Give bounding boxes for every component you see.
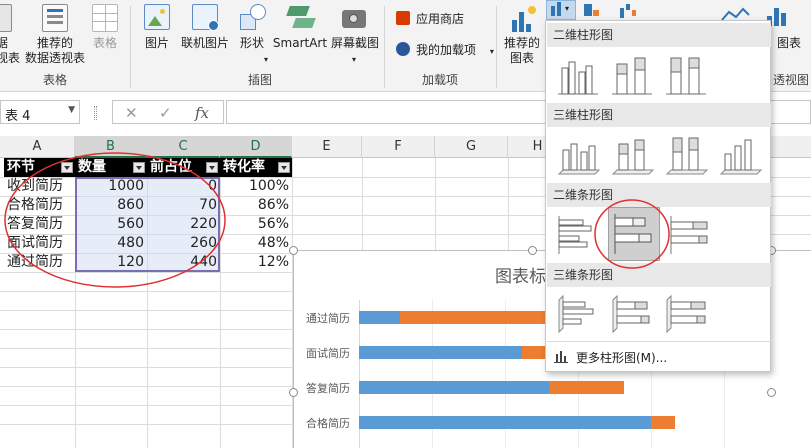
more-column-charts-link[interactable]: 更多柱形图(M)... — [554, 349, 667, 366]
enter-icon[interactable]: ✓ — [159, 104, 172, 122]
table-label: 表格 — [92, 36, 117, 50]
recommended-pivot-label: 推荐的 数据透视表 — [24, 36, 85, 65]
store-button[interactable]: 应用商店 — [396, 10, 464, 27]
resize-handle[interactable] — [528, 246, 537, 255]
waterfall-chart-button[interactable] — [618, 2, 648, 20]
clustered-column-icon[interactable] — [554, 51, 600, 97]
axis-tick-label: 通过简历 — [306, 312, 350, 325]
3d-clustered-bar-icon[interactable] — [554, 291, 600, 337]
column-header[interactable]: G — [435, 136, 508, 158]
axis-tick-label: 面试简历 — [306, 347, 350, 360]
shapes-label: 形状 — [239, 36, 264, 50]
annotation-ellipse — [4, 152, 226, 288]
bar-series-2[interactable] — [549, 381, 625, 394]
hierarchy-chart-button[interactable] — [582, 2, 612, 20]
addins-icon — [396, 42, 410, 56]
chevron-down-icon[interactable]: ▼ — [68, 105, 75, 115]
store-icon — [396, 11, 410, 25]
bar-series-2[interactable] — [399, 311, 550, 324]
axis-tick-label: 合格简历 — [306, 417, 350, 430]
formula-bar-grip[interactable] — [94, 106, 97, 120]
group-label-illustrations: 插图 — [247, 73, 272, 87]
chart-type-gallery: 二维柱形图 三维柱形图 二维条形图 三维条形图 更多柱形图(M)... — [545, 20, 771, 372]
column-chart-icon — [554, 351, 568, 363]
3d-stacked-column-icon[interactable] — [608, 131, 655, 177]
bar-series-1[interactable] — [359, 416, 652, 429]
screenshot-label: 屏幕截图 — [330, 36, 379, 50]
resize-handle[interactable] — [289, 246, 298, 255]
chevron-down-icon: ▾ — [352, 55, 357, 64]
name-box-value: 表 4 — [5, 109, 31, 124]
ribbon-separator — [130, 6, 131, 88]
recommended-pivot-icon — [42, 4, 68, 32]
smartart-icon — [286, 6, 316, 30]
table-icon — [92, 4, 118, 32]
smartart-label: SmartArt — [272, 36, 328, 50]
my-addins-button[interactable]: 我的加载项 ▾ — [396, 41, 494, 58]
online-picture-label: 联机图片 — [180, 36, 229, 50]
formula-buttons: ✕ ✓ fx — [112, 100, 224, 124]
picture-icon — [144, 4, 170, 30]
column-header[interactable]: E — [292, 136, 362, 158]
3d-stacked-bar-icon[interactable] — [608, 291, 654, 337]
annotation-circle — [594, 199, 670, 269]
insert-function-icon[interactable]: fx — [195, 104, 209, 122]
recommended-charts-icon — [510, 6, 536, 32]
pivot-table-icon — [0, 4, 12, 32]
percent-stacked-column-icon[interactable] — [662, 51, 708, 97]
gallery-divider — [547, 341, 771, 342]
bar-series-2[interactable] — [651, 416, 676, 429]
my-addins-label: 我的加载项 — [416, 43, 477, 57]
3d-column-icon[interactable] — [716, 131, 763, 177]
chart-title[interactable]: 图表标 — [495, 262, 546, 287]
filter-dropdown-icon[interactable] — [278, 162, 290, 173]
group-label-tables: 表格 — [42, 73, 67, 87]
recommended-charts-label: 推荐的 图表 — [503, 36, 540, 65]
online-picture-icon — [192, 4, 219, 31]
shapes-icon — [240, 4, 266, 30]
more-column-charts-label: 更多柱形图(M)... — [576, 351, 668, 365]
3d-percent-stacked-column-icon[interactable] — [662, 131, 709, 177]
pivot-table-label: 据 视表 — [0, 36, 21, 65]
cancel-icon[interactable]: ✕ — [125, 104, 138, 122]
bar-series-1[interactable] — [359, 381, 550, 394]
percent-stacked-bar-icon[interactable] — [666, 211, 712, 257]
gallery-section-header: 二维柱形图 — [547, 23, 771, 47]
gallery-section-header: 三维柱形图 — [547, 103, 771, 127]
chevron-down-icon: ▾ — [489, 47, 494, 56]
chevron-down-icon: ▾ — [565, 4, 570, 13]
group-label-pivotchart: 透视图 — [772, 73, 809, 87]
axis-tick-label: 答复简历 — [306, 382, 350, 395]
charts-partial-label: 图表 — [776, 36, 801, 50]
3d-percent-stacked-bar-icon[interactable] — [662, 291, 708, 337]
name-box[interactable]: 表 4 ▼ — [0, 100, 80, 124]
camera-icon — [342, 10, 366, 28]
bar-series-1[interactable] — [359, 346, 523, 359]
bar-series-1[interactable] — [359, 311, 400, 324]
group-label-addins: 加载项 — [421, 73, 458, 87]
resize-handle[interactable] — [767, 388, 776, 397]
chevron-down-icon: ▾ — [264, 55, 269, 64]
column-header[interactable]: F — [362, 136, 435, 158]
ribbon-separator — [384, 6, 385, 88]
ribbon-separator — [496, 6, 497, 88]
picture-label: 图片 — [144, 36, 169, 50]
insert-column-chart-button[interactable]: ▾ — [546, 0, 576, 20]
3d-clustered-column-icon[interactable] — [554, 131, 601, 177]
stacked-column-icon[interactable] — [608, 51, 654, 97]
store-label: 应用商店 — [416, 12, 465, 26]
